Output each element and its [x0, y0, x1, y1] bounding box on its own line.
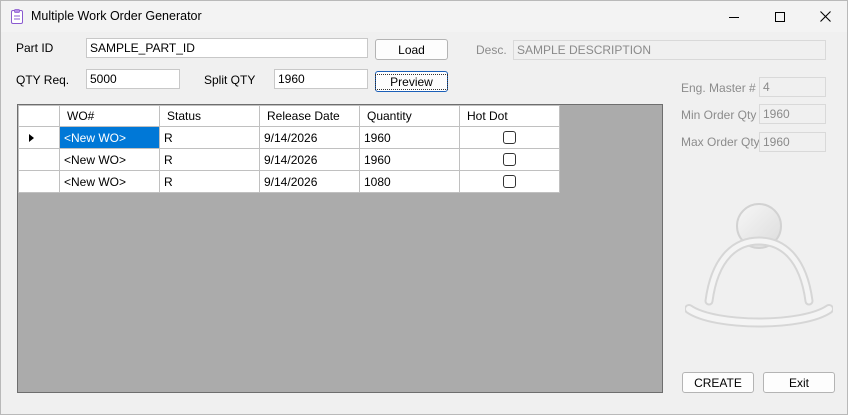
hot-dot-checkbox[interactable]	[503, 153, 516, 166]
load-button[interactable]: Load	[375, 39, 448, 60]
split-qty-label: Split QTY	[204, 73, 256, 87]
status-cell[interactable]: R	[159, 126, 260, 149]
part-id-input[interactable]: SAMPLE_PART_ID	[86, 38, 368, 58]
min-order-qty-label: Min Order Qty	[681, 108, 757, 122]
create-button-label: CREATE	[694, 375, 742, 390]
release-date-cell[interactable]: 9/14/2026	[259, 170, 360, 193]
desc-label: Desc.	[476, 43, 507, 57]
column-header-release-date[interactable]: Release Date	[259, 105, 360, 127]
status-cell[interactable]: R	[159, 148, 260, 171]
quantity-cell[interactable]: 1960	[359, 148, 460, 171]
hot-dot-cell[interactable]	[459, 148, 560, 171]
clipboard-icon	[11, 9, 23, 24]
company-logo-icon	[685, 203, 833, 328]
work-order-grid[interactable]: WO# Status Release Date Quantity Hot Dot…	[17, 104, 663, 393]
qty-req-label: QTY Req.	[16, 73, 70, 87]
wo-cell[interactable]: <New WO>	[59, 148, 160, 171]
hot-dot-cell[interactable]	[459, 170, 560, 193]
row-header[interactable]	[18, 170, 60, 193]
description-field: SAMPLE DESCRIPTION	[513, 40, 826, 60]
close-icon	[819, 11, 831, 22]
release-date-cell[interactable]: 9/14/2026	[259, 148, 360, 171]
column-header-quantity[interactable]: Quantity	[359, 105, 460, 127]
status-cell[interactable]: R	[159, 170, 260, 193]
wo-cell[interactable]: <New WO>	[59, 126, 160, 149]
title-bar[interactable]: Multiple Work Order Generator	[1, 1, 847, 32]
qty-req-input[interactable]: 5000	[86, 69, 180, 89]
close-button[interactable]	[802, 1, 848, 32]
hot-dot-cell[interactable]	[459, 126, 560, 149]
preview-button-label: Preview	[375, 73, 448, 90]
min-order-qty-field: 1960	[759, 104, 826, 124]
table-row[interactable]: <New WO> R 9/14/2026 1960	[18, 126, 560, 149]
row-header[interactable]	[18, 148, 60, 171]
max-order-qty-field: 1960	[759, 132, 826, 152]
part-id-label: Part ID	[16, 41, 54, 55]
split-qty-input[interactable]: 1960	[274, 69, 368, 89]
work-order-table: WO# Status Release Date Quantity Hot Dot…	[18, 105, 560, 193]
table-row[interactable]: <New WO> R 9/14/2026 1080	[18, 170, 560, 193]
column-header-status[interactable]: Status	[159, 105, 260, 127]
table-row[interactable]: <New WO> R 9/14/2026 1960	[18, 148, 560, 171]
load-button-label: Load	[398, 42, 425, 57]
grid-header-row: WO# Status Release Date Quantity Hot Dot	[18, 105, 560, 127]
grid-corner-cell[interactable]	[18, 105, 60, 127]
preview-button[interactable]: Preview	[375, 71, 448, 92]
quantity-cell[interactable]: 1080	[359, 170, 460, 193]
exit-button-label: Exit	[788, 375, 809, 390]
main-window: Multiple Work Order Generator Part ID SA…	[0, 0, 848, 415]
column-header-wo[interactable]: WO#	[59, 105, 160, 127]
release-date-cell[interactable]: 9/14/2026	[259, 126, 360, 149]
window-title: Multiple Work Order Generator	[31, 9, 202, 23]
row-header[interactable]	[18, 126, 60, 149]
eng-master-label: Eng. Master #	[681, 81, 756, 95]
minimize-button[interactable]	[711, 1, 757, 32]
current-row-arrow-icon	[29, 133, 34, 142]
column-header-hot-dot[interactable]: Hot Dot	[459, 105, 560, 127]
eng-master-field: 4	[759, 77, 826, 97]
max-order-qty-label: Max Order Qty	[681, 135, 760, 149]
hot-dot-checkbox[interactable]	[503, 131, 516, 144]
minimize-icon	[729, 16, 739, 18]
quantity-cell[interactable]: 1960	[359, 126, 460, 149]
exit-button[interactable]: Exit	[763, 372, 835, 393]
create-button[interactable]: CREATE	[682, 372, 754, 393]
hot-dot-checkbox[interactable]	[503, 175, 516, 188]
wo-cell[interactable]: <New WO>	[59, 170, 160, 193]
maximize-icon	[775, 11, 785, 22]
maximize-button[interactable]	[757, 1, 803, 32]
